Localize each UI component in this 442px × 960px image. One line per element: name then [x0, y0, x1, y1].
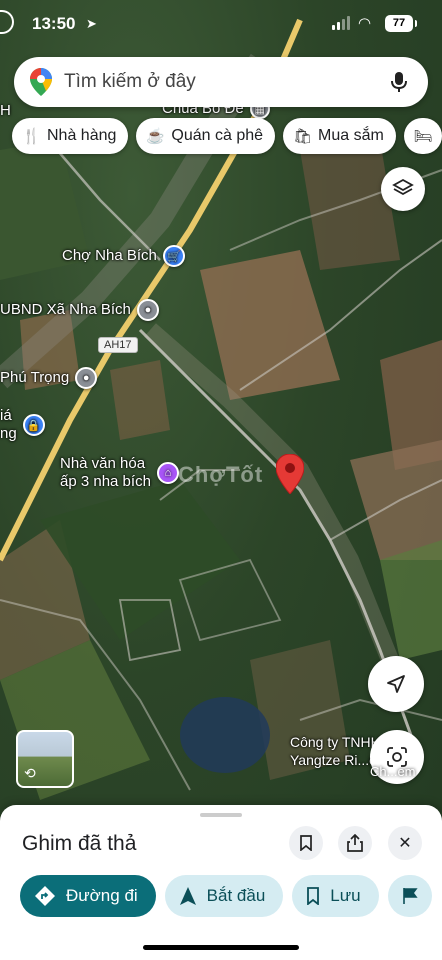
- label-button[interactable]: [387, 875, 432, 917]
- chip-coffee[interactable]: ☕ Quán cà phê: [136, 118, 276, 154]
- lock-icon: 🔒: [22, 414, 45, 436]
- navigation-arrow-icon: [387, 675, 405, 693]
- poi-phu-trong[interactable]: Phú Trọng ●: [0, 367, 98, 389]
- status-time: 13:50: [32, 14, 76, 33]
- search-bar[interactable]: Tìm kiếm ở đây: [14, 57, 428, 107]
- start-button[interactable]: Bắt đầu: [164, 875, 284, 917]
- poi-commune-office[interactable]: UBND Xã Nha Bích ●: [0, 299, 159, 321]
- layers-icon: [392, 178, 414, 196]
- category-chips: 🍴 Nhà hàng ☕ Quán cà phê 🛍 Mua sắm 🛏: [12, 118, 442, 154]
- directions-icon: [35, 886, 55, 906]
- google-maps-icon: [30, 68, 52, 96]
- hotel-bed-icon: 🛏: [413, 128, 433, 145]
- shopping-cart-icon: 🛒: [162, 245, 185, 267]
- my-location-button[interactable]: [368, 656, 424, 712]
- layers-button[interactable]: [381, 167, 425, 211]
- save-label: Lưu: [330, 886, 361, 905]
- poi-label: UBND Xã Nha Bích: [0, 301, 131, 318]
- close-button[interactable]: ✕: [388, 826, 422, 860]
- search-input[interactable]: Tìm kiếm ở đây: [64, 71, 388, 93]
- chip-shopping[interactable]: 🛍 Mua sắm: [283, 118, 396, 154]
- poi-market[interactable]: Chợ Nha Bích 🛒: [62, 245, 185, 267]
- flag-icon: [402, 888, 418, 904]
- bookmark-icon: [307, 887, 320, 905]
- directions-label: Đường đi: [66, 886, 138, 905]
- poi-fragment[interactable]: H: [0, 102, 11, 120]
- microphone-icon[interactable]: [388, 71, 410, 93]
- culture-house-icon: ⌂: [156, 462, 179, 484]
- location-arrow-icon: ➤: [86, 16, 97, 31]
- navigation-start-icon: [179, 887, 196, 905]
- battery-icon: 77: [385, 15, 417, 32]
- government-building-icon: ●: [136, 299, 159, 321]
- watermark: ChợTốt: [178, 462, 264, 487]
- directions-button[interactable]: Đường đi: [20, 875, 156, 917]
- poi-label: Nhà văn hóa ấp 3 nha bích: [60, 455, 151, 490]
- place-bottom-sheet[interactable]: Ghim đã thả ✕ Đường đi Bắt đầu Lưu: [0, 805, 442, 960]
- poi-landmark[interactable]: iá ng 🔒: [0, 407, 45, 443]
- government-building-icon: ●: [75, 367, 98, 389]
- poi-label: Phú Trọng: [0, 369, 70, 386]
- sheet-title: Ghim đã thả: [22, 832, 137, 855]
- home-indicator: [143, 945, 299, 950]
- close-icon: ✕: [398, 835, 412, 852]
- wifi-icon: ◠: [358, 15, 372, 32]
- drag-handle[interactable]: [200, 813, 242, 817]
- signal-icon: [332, 16, 350, 30]
- dropped-pin-icon[interactable]: [276, 454, 304, 494]
- chip-restaurants[interactable]: 🍴 Nhà hàng: [12, 118, 129, 154]
- poi-culture-house[interactable]: Nhà văn hóa ấp 3 nha bích ⌂: [60, 455, 179, 491]
- share-icon: [347, 834, 363, 852]
- street-view-thumbnail[interactable]: ⟲: [16, 730, 74, 788]
- coffee-cup-icon: ☕: [146, 128, 166, 145]
- status-bar: 13:50 ➤ ◠ 77: [0, 0, 442, 48]
- rotate-360-icon: ⟲: [24, 765, 36, 781]
- poi-label: H: [0, 102, 11, 119]
- lens-label: Ch...em: [370, 764, 416, 779]
- chip-label: Quán cà phê: [171, 127, 264, 144]
- bookmark-button[interactable]: [289, 826, 323, 860]
- highway-shield: AH17: [98, 337, 138, 353]
- chip-hotels[interactable]: 🛏: [403, 118, 442, 154]
- poi-label: iá ng: [0, 407, 17, 442]
- start-label: Bắt đầu: [206, 886, 266, 905]
- bookmark-icon: [300, 835, 312, 851]
- back-indicator: [0, 10, 14, 34]
- shopping-bag-icon: 🛍: [293, 128, 313, 145]
- action-buttons: Đường đi Bắt đầu Lưu: [20, 875, 432, 917]
- chip-label: Mua sắm: [318, 127, 384, 144]
- chip-label: Nhà hàng: [47, 127, 117, 144]
- save-button[interactable]: Lưu: [292, 875, 379, 917]
- fork-knife-icon: 🍴: [22, 128, 41, 145]
- share-button[interactable]: [338, 826, 372, 860]
- poi-label: Chợ Nha Bích: [62, 247, 157, 264]
